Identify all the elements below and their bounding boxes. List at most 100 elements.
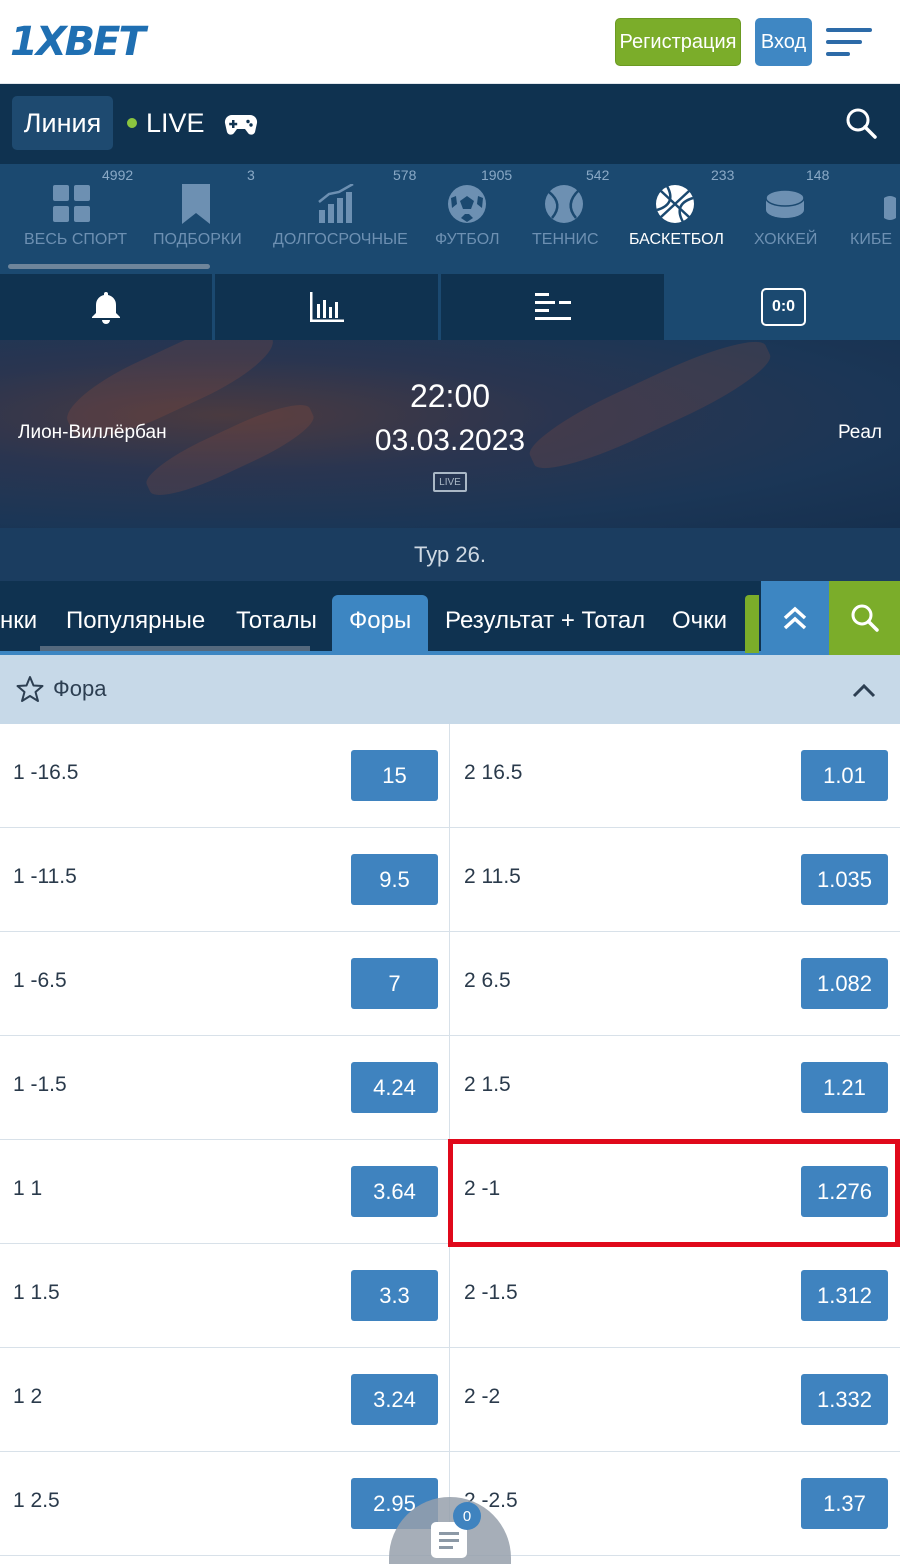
selection-highlight xyxy=(448,1139,900,1247)
outcome-cell[interactable]: 1 2 3.24 xyxy=(0,1348,450,1452)
stats-button[interactable] xyxy=(215,274,438,340)
login-button[interactable]: Вход xyxy=(755,18,812,66)
table-row: 1 -1.5 4.24 2 1.5 1.21 xyxy=(0,1036,900,1140)
chevron-up-icon[interactable] xyxy=(851,680,877,700)
sport-basketball[interactable]: 233 БАСКЕТБОЛ xyxy=(629,164,734,264)
odd-button[interactable]: 7 xyxy=(351,958,438,1009)
tab-points[interactable]: Очки xyxy=(672,595,727,653)
scroll-top-button[interactable] xyxy=(761,581,829,655)
sports-scrollbar[interactable] xyxy=(8,264,210,269)
outcome-label: 2 -1.5 xyxy=(464,1281,518,1304)
outcome-label: 1 2.5 xyxy=(13,1489,60,1512)
tab-result-total[interactable]: Результат + Тотал xyxy=(445,595,645,653)
sport-all[interactable]: 4992 ВЕСЬ СПОРТ xyxy=(24,164,133,264)
tennis-ball-icon xyxy=(545,185,583,223)
list-icon xyxy=(534,293,571,320)
sport-esports[interactable]: КИБЕ xyxy=(850,164,900,264)
odd-button[interactable]: 1.312 xyxy=(801,1270,888,1321)
table-row: 1 1.5 3.3 2 -1.5 1.312 xyxy=(0,1244,900,1348)
sport-label: ДОЛГОСРОЧНЫЕ xyxy=(273,231,408,248)
table-row: 1 2 3.24 2 -2 1.332 xyxy=(0,1348,900,1452)
top-nav: Линия LIVE xyxy=(0,84,900,164)
search-icon[interactable] xyxy=(844,106,878,140)
outcome-cell[interactable]: 1 -1.5 4.24 xyxy=(0,1036,450,1140)
tab-totals[interactable]: Тоталы xyxy=(236,595,317,653)
odd-button[interactable]: 1.332 xyxy=(801,1374,888,1425)
sport-count: 4992 xyxy=(102,167,134,183)
table-row: 1 -6.5 7 2 6.5 1.082 xyxy=(0,932,900,1036)
odd-button[interactable]: 3.64 xyxy=(351,1166,438,1217)
tab-market-partial[interactable]: нки xyxy=(0,595,37,653)
tab-handicaps[interactable]: Форы xyxy=(332,595,429,653)
esports-icon xyxy=(884,196,896,220)
outcome-label: 1 1 xyxy=(13,1177,43,1200)
tab-live[interactable]: LIVE xyxy=(127,106,205,140)
register-button[interactable]: Регистрация xyxy=(615,18,741,66)
sport-long-term[interactable]: 578 ДОЛГОСРОЧНЫЕ xyxy=(273,164,416,264)
outcome-cell[interactable]: 2 16.5 1.01 xyxy=(451,724,900,828)
outcome-label: 2 11.5 xyxy=(464,865,521,888)
sport-hockey[interactable]: 148 ХОККЕЙ xyxy=(754,164,829,264)
outcome-cell[interactable]: 2 11.5 1.035 xyxy=(451,828,900,932)
odd-button[interactable]: 4.24 xyxy=(351,1062,438,1113)
team-away: Реал xyxy=(837,422,882,443)
outcome-cell[interactable]: 1 -16.5 15 xyxy=(0,724,450,828)
tab-live-label: LIVE xyxy=(146,107,205,138)
market-header[interactable]: Фора xyxy=(0,655,900,724)
sport-label: ХОККЕЙ xyxy=(754,231,818,248)
outcome-cell[interactable]: 1 -11.5 9.5 xyxy=(0,828,450,932)
odd-button[interactable]: 1.035 xyxy=(801,854,888,905)
odd-button[interactable]: 1.01 xyxy=(801,750,888,801)
sports-carousel[interactable]: 4992 ВЕСЬ СПОРТ 3 ПОДБОРКИ 578 ДОЛГОСРОЧ… xyxy=(0,164,900,274)
outcome-label: 1 2 xyxy=(13,1385,43,1408)
outcome-cell[interactable]: 2 -1.5 1.312 xyxy=(451,1244,900,1348)
puck-icon xyxy=(765,189,805,218)
score-board-button[interactable]: 0:0 xyxy=(761,288,806,326)
bookmark-icon xyxy=(182,184,210,224)
outcome-label: 1 -6.5 xyxy=(13,969,67,992)
outcome-cell[interactable]: 2 6.5 1.082 xyxy=(451,932,900,1036)
match-banner: Лион-Виллёрбан 22:00 03.03.2023 LIVE Реа… xyxy=(0,340,900,528)
outcome-cell[interactable]: 2 1.5 1.21 xyxy=(451,1036,900,1140)
odd-button[interactable]: 3.3 xyxy=(351,1270,438,1321)
live-tv-icon: LIVE xyxy=(433,472,467,492)
gamepad-icon[interactable] xyxy=(224,108,258,138)
sport-label: КИБЕ xyxy=(850,231,892,248)
odd-button[interactable]: 1.082 xyxy=(801,958,888,1009)
outcome-cell[interactable]: 1 1.5 3.3 xyxy=(0,1244,450,1348)
outcome-cell[interactable]: 2 -2.5 1.37 xyxy=(451,1452,900,1556)
market-search-button[interactable] xyxy=(829,581,900,655)
sport-football[interactable]: 1905 ФУТБОЛ xyxy=(435,164,512,264)
tab-line[interactable]: Линия xyxy=(12,96,113,150)
sport-collections[interactable]: 3 ПОДБОРКИ xyxy=(153,164,255,264)
table-row: 1 -11.5 9.5 2 11.5 1.035 xyxy=(0,828,900,932)
odd-button[interactable]: 15 xyxy=(351,750,438,801)
outcome-cell[interactable]: 1 1 3.64 xyxy=(0,1140,450,1244)
odd-button[interactable]: 1.37 xyxy=(801,1478,888,1529)
outcome-label: 1 1.5 xyxy=(13,1281,60,1304)
sport-tennis[interactable]: 542 ТЕННИС xyxy=(532,164,609,264)
outcome-label: 1 -1.5 xyxy=(13,1073,67,1096)
sport-label: ТЕННИС xyxy=(532,231,599,248)
odd-button[interactable]: 3.24 xyxy=(351,1374,438,1425)
outcome-cell[interactable]: 1 2.5 2.95 xyxy=(0,1452,450,1556)
star-icon[interactable] xyxy=(16,675,44,703)
notify-button[interactable] xyxy=(0,274,212,340)
tab-partial-green[interactable] xyxy=(745,595,759,653)
outcome-label: 2 1.5 xyxy=(464,1073,511,1096)
odd-button[interactable]: 1.21 xyxy=(801,1062,888,1113)
tab-popular[interactable]: Популярные xyxy=(66,595,205,653)
markets-list-button[interactable] xyxy=(441,274,664,340)
live-dot-icon xyxy=(127,118,137,128)
basketball-icon xyxy=(656,185,694,223)
header: 1XBET Регистрация Вход xyxy=(0,0,900,84)
outcome-label: 2 16.5 xyxy=(464,761,523,784)
double-chevron-up-icon xyxy=(783,606,807,630)
outcome-cell[interactable]: 1 -6.5 7 xyxy=(0,932,450,1036)
growth-chart-icon xyxy=(318,184,354,223)
match-time: 22:00 xyxy=(409,378,491,414)
logo[interactable]: 1XBET xyxy=(10,20,146,64)
hamburger-icon[interactable] xyxy=(826,28,872,56)
odd-button[interactable]: 9.5 xyxy=(351,854,438,905)
outcome-cell[interactable]: 2 -2 1.332 xyxy=(451,1348,900,1452)
